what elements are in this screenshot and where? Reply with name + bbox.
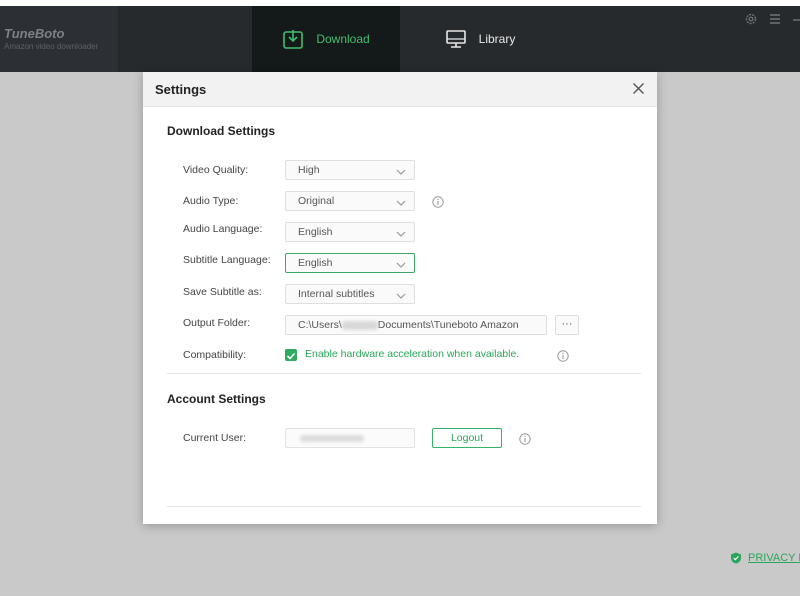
output-folder-label: Output Folder: [183,317,251,329]
info-icon[interactable] [557,349,569,362]
app-subtitle: Amazon video downloader [4,42,99,51]
dialog-title: Settings [155,82,207,97]
settings-dialog: Settings Download Settings Video Quality… [143,72,657,524]
hardware-acceleration-label[interactable]: Enable hardware acceleration when availa… [305,348,519,360]
audio-language-label: Audio Language: [183,223,263,235]
tab-library-label: Library [478,32,516,46]
chevron-down-icon [396,260,406,268]
output-folder-suffix: Documents\Tuneboto Amazon [377,319,519,331]
current-user-label: Current User: [183,432,247,444]
subtitle-language-select[interactable]: English [285,253,415,273]
video-quality-value: High [298,164,320,176]
chevron-down-icon [396,229,406,237]
menu-icon[interactable] [768,12,782,26]
shield-icon [730,552,742,564]
account-settings-heading: Account Settings [167,392,266,406]
audio-type-value: Original [298,195,335,207]
tab-download[interactable]: Download [252,6,400,72]
audio-language-select[interactable]: English [285,222,415,242]
save-subtitle-label: Save Subtitle as: [183,286,262,298]
close-icon[interactable] [632,82,645,95]
save-subtitle-select[interactable]: Internal subtitles [285,284,415,304]
settings-gear-icon[interactable] [744,12,758,26]
monitor-icon [445,28,467,50]
minimize-icon[interactable] [792,12,800,26]
redacted-username [341,320,378,330]
window-controls [744,12,800,26]
app-logo: TuneBoto Amazon video downloader [0,6,118,72]
save-subtitle-value: Internal subtitles [298,288,375,300]
audio-language-value: English [298,226,333,238]
app-name: TuneBoto [4,26,65,41]
chevron-down-icon [396,291,406,299]
audio-type-label: Audio Type: [183,195,239,207]
footer-divider [167,506,641,507]
subtitle-language-value: English [298,257,333,269]
video-quality-label: Video Quality: [183,164,249,176]
output-folder-value: C:\Users\ Documents\Tuneboto Amazon [298,319,519,331]
tab-library[interactable]: Library [420,6,540,72]
download-icon [282,28,304,50]
compatibility-label: Compatibility: [183,349,247,361]
info-icon[interactable] [432,195,444,208]
tab-download-label: Download [316,32,370,46]
output-folder-field[interactable]: C:\Users\ Documents\Tuneboto Amazon [285,315,547,335]
dialog-header: Settings [143,72,657,107]
chevron-down-icon [396,198,406,206]
privacy-policy-label: PRIVACY P [748,552,800,564]
privacy-policy-link[interactable]: PRIVACY P [730,552,800,564]
title-bar: TuneBoto Amazon video downloader Downloa… [0,6,800,72]
chevron-down-icon [396,167,406,175]
subtitle-language-label: Subtitle Language: [183,254,271,266]
output-folder-prefix: C:\Users\ [298,319,342,331]
audio-type-select[interactable]: Original [285,191,415,211]
current-user-field [285,428,415,448]
video-quality-select[interactable]: High [285,160,415,180]
info-icon[interactable] [519,432,531,445]
hardware-acceleration-checkbox[interactable] [285,349,297,361]
checkmark-icon [286,352,296,360]
redacted-user-name [300,435,364,442]
section-divider [167,373,641,374]
logout-button[interactable]: Logout [432,428,502,448]
browse-folder-button[interactable]: ··· [555,315,579,335]
download-settings-heading: Download Settings [167,124,275,138]
